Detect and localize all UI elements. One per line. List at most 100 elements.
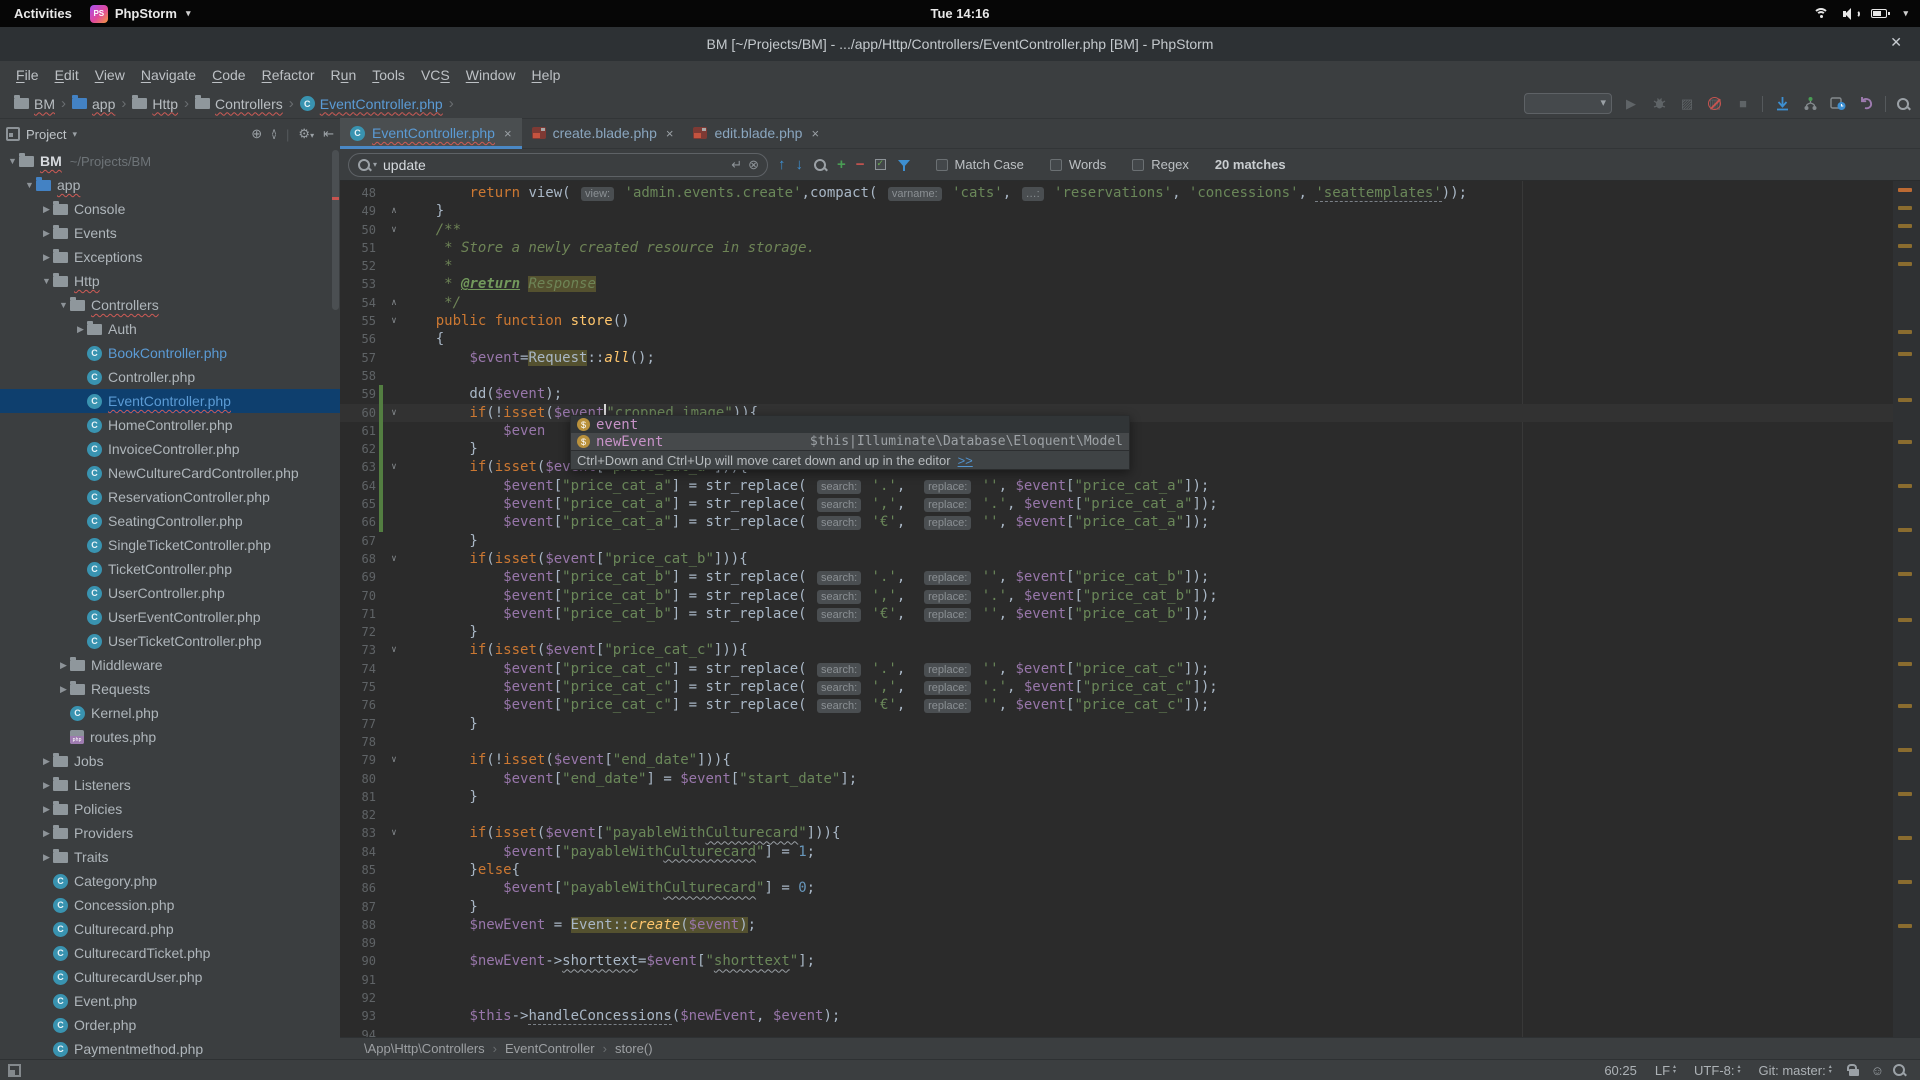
code-line[interactable]: 56 { [340, 330, 1920, 348]
stripe-mark[interactable] [1898, 618, 1912, 622]
completion-item-event[interactable]: $event [571, 416, 1129, 433]
code-line[interactable]: 85 }else{ [340, 861, 1920, 879]
tree-item-culturecardticket-php[interactable]: CCulturecardTicket.php [0, 941, 340, 965]
project-scrollbar[interactable] [332, 150, 339, 310]
code-line[interactable]: 50∨ /** [340, 221, 1920, 239]
tree-item-exceptions[interactable]: ▶Exceptions [0, 245, 340, 269]
breadcrumb-item[interactable]: BM [10, 96, 59, 112]
code-line[interactable]: 81 } [340, 788, 1920, 806]
tree-item-userticketcontroller-php[interactable]: CUserTicketController.php [0, 629, 340, 653]
fold-marker[interactable]: ∨ [386, 550, 402, 568]
remove-occurrence-icon[interactable]: − [856, 156, 865, 173]
code-line[interactable]: 89 [340, 934, 1920, 952]
collapse-all-icon[interactable]: ∧∨ [271, 129, 277, 139]
breadcrumb-item[interactable]: app [68, 96, 119, 112]
tree-item-controller-php[interactable]: CController.php [0, 365, 340, 389]
breadcrumb-item[interactable]: CEventController.php [296, 96, 447, 112]
code-line[interactable]: 70 $event["price_cat_b"] = str_replace( … [340, 587, 1920, 605]
tree-item-policies[interactable]: ▶Policies [0, 797, 340, 821]
menu-item-help[interactable]: Help [524, 67, 569, 83]
code-line[interactable]: 77 } [340, 715, 1920, 733]
tree-expanded-icon[interactable]: ▼ [57, 300, 70, 310]
code-line[interactable]: 94 [340, 1026, 1920, 1037]
tree-item-bookcontroller-php[interactable]: CBookController.php [0, 341, 340, 365]
previous-occurrence-icon[interactable]: ↑ [778, 156, 786, 173]
tab-close-icon[interactable]: × [504, 126, 512, 141]
search-everywhere-icon[interactable] [1896, 97, 1910, 111]
focused-app-menu[interactable]: PS PhpStorm ▾ [90, 5, 191, 23]
code-line[interactable]: 66 $event["price_cat_a"] = str_replace( … [340, 513, 1920, 531]
tree-collapsed-icon[interactable]: ▶ [40, 252, 53, 263]
menu-item-window[interactable]: Window [458, 67, 524, 83]
settings-gear-icon[interactable]: ⚙▾ [298, 126, 314, 142]
words-checkbox[interactable]: Words [1050, 157, 1106, 172]
code-line[interactable]: 73∨ if(isset($event["price_cat_c"])){ [340, 641, 1920, 659]
tree-collapsed-icon[interactable]: ▶ [57, 660, 70, 671]
find-in-selection-icon[interactable] [813, 158, 827, 172]
stripe-mark[interactable] [1898, 792, 1912, 796]
vcs-update-icon[interactable] [1773, 95, 1791, 113]
fold-marker[interactable]: ∨ [386, 824, 402, 842]
fold-marker[interactable]: ∨ [386, 312, 402, 330]
code-editor[interactable]: 48 return view( view: 'admin.events.crea… [340, 181, 1920, 1037]
tree-expanded-icon[interactable]: ▼ [40, 276, 53, 286]
tree-item-app[interactable]: ▼app [0, 173, 340, 197]
code-line[interactable]: 93 $this->handleConcessions($newEvent, $… [340, 1007, 1920, 1025]
code-line[interactable]: 74 $event["price_cat_c"] = str_replace( … [340, 660, 1920, 678]
tree-collapsed-icon[interactable]: ▶ [40, 756, 53, 767]
stripe-mark[interactable] [1898, 748, 1912, 752]
menu-item-view[interactable]: View [87, 67, 133, 83]
recent-changes-icon[interactable] [1829, 95, 1847, 113]
tree-item-bm[interactable]: ▼BM~/Projects/BM [0, 149, 340, 173]
code-line[interactable]: 90 $newEvent->shorttext=$event["shorttex… [340, 952, 1920, 970]
code-line[interactable]: 57 $event=Request::all(); [340, 349, 1920, 367]
fold-marker[interactable]: ∨ [386, 404, 402, 422]
tree-item-usereventcontroller-php[interactable]: CUserEventController.php [0, 605, 340, 629]
tree-item-singleticketcontroller-php[interactable]: CSingleTicketController.php [0, 533, 340, 557]
tree-item-reservationcontroller-php[interactable]: CReservationController.php [0, 485, 340, 509]
completion-item-newEvent[interactable]: $newEvent$this|Illuminate\Database\Eloqu… [571, 433, 1129, 450]
tree-item-listeners[interactable]: ▶Listeners [0, 773, 340, 797]
newline-icon[interactable]: ↵ [731, 157, 742, 173]
background-tasks-icon[interactable] [1892, 1063, 1906, 1077]
code-line[interactable]: 72 } [340, 623, 1920, 641]
tree-collapsed-icon[interactable]: ▶ [40, 852, 53, 863]
code-line[interactable]: 58 [340, 367, 1920, 385]
stripe-mark[interactable] [1898, 188, 1912, 192]
code-line[interactable]: 69 $event["price_cat_b"] = str_replace( … [340, 568, 1920, 586]
breadcrumb-item[interactable]: Controllers [191, 96, 287, 112]
caret-position[interactable]: 60:25 [1599, 1063, 1642, 1078]
code-line[interactable]: 67 } [340, 532, 1920, 550]
tree-item-homecontroller-php[interactable]: CHomeController.php [0, 413, 340, 437]
match-case-checkbox[interactable]: Match Case [936, 157, 1024, 172]
code-line[interactable]: 84 $event["payableWithCulturecard"] = 1; [340, 843, 1920, 861]
code-line[interactable]: 53 * @return Response [340, 275, 1920, 293]
tree-item-culturecard-php[interactable]: CCulturecard.php [0, 917, 340, 941]
code-line[interactable]: 78 [340, 733, 1920, 751]
debug-icon[interactable] [1650, 95, 1668, 113]
run-button[interactable]: ▶ [1622, 95, 1640, 113]
tree-collapsed-icon[interactable]: ▶ [74, 324, 87, 335]
error-stripe[interactable] [1893, 181, 1920, 1037]
tab-create-blade-php[interactable]: create.blade.php× [522, 118, 684, 148]
stripe-mark[interactable] [1898, 836, 1912, 840]
coverage-icon[interactable]: ▨ [1678, 95, 1696, 113]
code-line[interactable]: 71 $event["price_cat_b"] = str_replace( … [340, 605, 1920, 623]
code-line[interactable]: 68∨ if(isset($event["price_cat_b"])){ [340, 550, 1920, 568]
stripe-mark[interactable] [1898, 224, 1912, 228]
tree-item-console[interactable]: ▶Console [0, 197, 340, 221]
stripe-mark[interactable] [1898, 880, 1912, 884]
menu-item-navigate[interactable]: Navigate [133, 67, 204, 83]
code-line[interactable]: 51 * Store a newly created resource in s… [340, 239, 1920, 257]
code-line[interactable]: 83∨ if(isset($event["payableWithCulturec… [340, 824, 1920, 842]
tree-collapsed-icon[interactable]: ▶ [40, 828, 53, 839]
tab-edit-blade-php[interactable]: edit.blade.php× [683, 118, 829, 148]
code-line[interactable]: 82 [340, 806, 1920, 824]
tab-close-icon[interactable]: × [666, 126, 674, 141]
tree-collapsed-icon[interactable]: ▶ [57, 684, 70, 695]
clear-search-icon[interactable]: ⊗ [748, 157, 759, 173]
tree-item-newculturecardcontroller-php[interactable]: CNewCultureCardController.php [0, 461, 340, 485]
code-line[interactable]: 65 $event["price_cat_a"] = str_replace( … [340, 495, 1920, 513]
tree-collapsed-icon[interactable]: ▶ [40, 204, 53, 215]
tree-item-events[interactable]: ▶Events [0, 221, 340, 245]
